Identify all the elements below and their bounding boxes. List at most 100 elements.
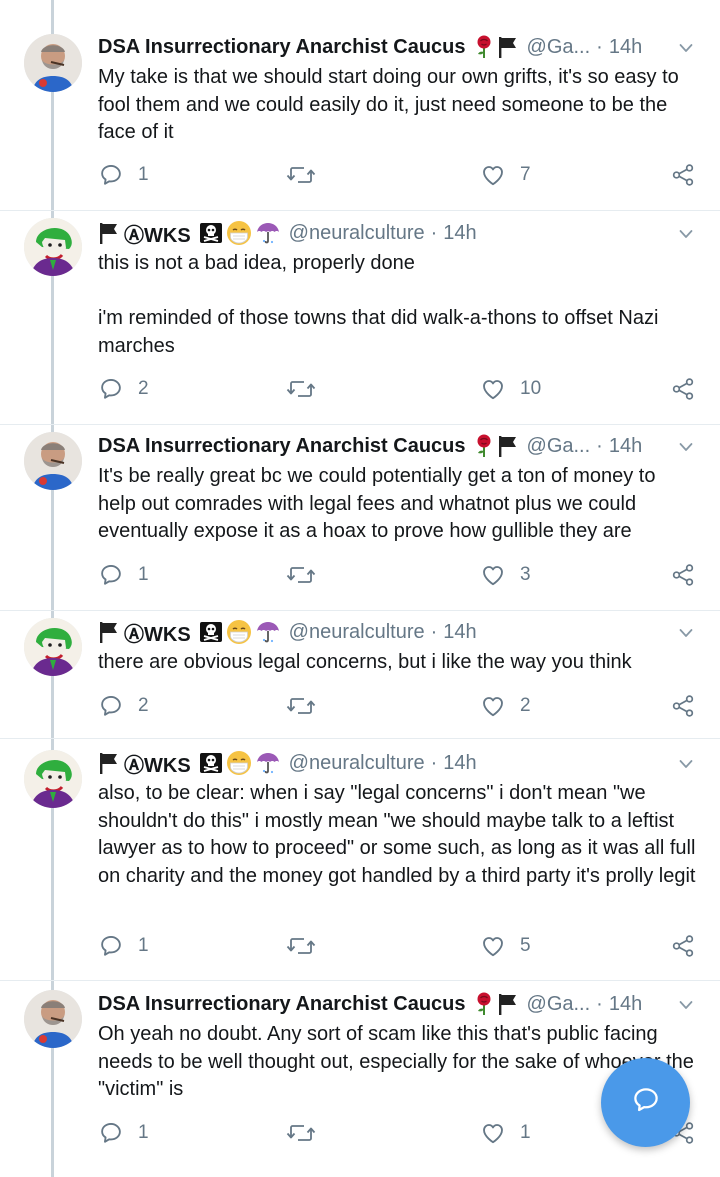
- reply-count: 1: [138, 164, 149, 185]
- face-mask-emoji: [226, 220, 252, 246]
- display-name[interactable]: ⒶWKS: [124, 219, 191, 248]
- timestamp[interactable]: 14h: [609, 435, 642, 458]
- like-button[interactable]: 5: [480, 931, 531, 961]
- retweet-button[interactable]: [286, 1118, 316, 1148]
- handle[interactable]: @neuralculture: [289, 752, 425, 775]
- chevron-down-icon[interactable]: [678, 40, 694, 61]
- divider: [0, 424, 720, 425]
- joker-avatar[interactable]: [24, 218, 82, 276]
- name-emojis: [98, 221, 120, 245]
- bearded-man-avatar[interactable]: [24, 990, 82, 1048]
- share-button[interactable]: [670, 560, 696, 590]
- like-icon: [480, 376, 506, 402]
- skull-crossbones-emoji: [199, 752, 223, 774]
- divider: [0, 210, 720, 211]
- like-count: 10: [520, 378, 542, 399]
- handle[interactable]: @neuralculture: [289, 621, 425, 644]
- display-name[interactable]: ⒶWKS: [124, 618, 191, 647]
- reply-button[interactable]: 2: [98, 691, 149, 721]
- tweet-text: there are obvious legal concerns, but i …: [98, 651, 632, 673]
- name-emojis-trailing: [199, 750, 281, 776]
- display-name[interactable]: DSA Insurrectionary Anarchist Caucus: [98, 435, 466, 458]
- like-button[interactable]: 1: [480, 1118, 531, 1148]
- bearded-man-avatar[interactable]: [24, 432, 82, 490]
- retweet-button[interactable]: [286, 374, 316, 404]
- separator-dot: ·: [430, 620, 438, 643]
- chevron-down-icon[interactable]: [678, 439, 694, 460]
- reply-button[interactable]: 1: [98, 931, 149, 961]
- retweet-icon: [286, 562, 316, 588]
- name-emojis-trailing: [199, 220, 281, 246]
- reply-count: 1: [138, 1122, 149, 1143]
- like-button[interactable]: 2: [480, 691, 531, 721]
- like-icon: [480, 693, 506, 719]
- reply-icon: [98, 162, 124, 188]
- chevron-down-icon[interactable]: [678, 756, 694, 777]
- timestamp[interactable]: 14h: [609, 36, 642, 59]
- display-name[interactable]: ⒶWKS: [124, 749, 191, 778]
- compose-message-button[interactable]: [601, 1058, 690, 1147]
- share-button[interactable]: [670, 931, 696, 961]
- retweet-button[interactable]: [286, 931, 316, 961]
- reply-button[interactable]: 1: [98, 560, 149, 590]
- retweet-icon: [286, 376, 316, 402]
- rose-emoji: [474, 434, 494, 458]
- display-name[interactable]: DSA Insurrectionary Anarchist Caucus: [98, 993, 466, 1016]
- chevron-down-icon[interactable]: [678, 226, 694, 247]
- rose-emoji: [474, 35, 494, 59]
- share-icon: [670, 693, 696, 719]
- like-icon: [480, 162, 506, 188]
- handle[interactable]: @Ga...: [527, 993, 591, 1016]
- name-emojis: [474, 35, 519, 59]
- joker-avatar[interactable]: [24, 750, 82, 808]
- handle[interactable]: @neuralculture: [289, 222, 425, 245]
- like-button[interactable]: 10: [480, 374, 541, 404]
- black-flag-emoji: [98, 751, 120, 775]
- retweet-icon: [286, 933, 316, 959]
- like-button[interactable]: 3: [480, 560, 531, 590]
- reply-button[interactable]: 2: [98, 374, 149, 404]
- face-mask-emoji: [226, 750, 252, 776]
- name-emojis: [98, 751, 120, 775]
- separator-dot: ·: [596, 992, 603, 1015]
- umbrella-emoji: [255, 750, 281, 776]
- divider: [0, 980, 720, 981]
- reply-icon: [98, 562, 124, 588]
- display-name[interactable]: DSA Insurrectionary Anarchist Caucus: [98, 36, 466, 59]
- bearded-man-avatar[interactable]: [24, 34, 82, 92]
- tweet-actions: 15: [98, 931, 708, 961]
- like-icon: [480, 1120, 506, 1146]
- black-flag-emoji: [98, 620, 120, 644]
- share-button[interactable]: [670, 691, 696, 721]
- divider: [0, 738, 720, 739]
- chevron-down-icon[interactable]: [678, 997, 694, 1018]
- like-button[interactable]: 7: [480, 160, 531, 190]
- like-count: 1: [520, 1122, 531, 1143]
- share-icon: [670, 162, 696, 188]
- reply-count: 2: [138, 378, 149, 399]
- retweet-icon: [286, 1120, 316, 1146]
- handle[interactable]: @Ga...: [527, 36, 591, 59]
- timestamp[interactable]: 14h: [443, 752, 476, 775]
- joker-avatar[interactable]: [24, 618, 82, 676]
- share-button[interactable]: [670, 160, 696, 190]
- share-button[interactable]: [670, 374, 696, 404]
- retweet-button[interactable]: [286, 560, 316, 590]
- share-icon: [670, 562, 696, 588]
- tweet-text: this is not a bad idea, properly done i'…: [98, 252, 659, 357]
- chevron-down-icon[interactable]: [678, 625, 694, 646]
- reply-button[interactable]: 1: [98, 160, 149, 190]
- retweet-button[interactable]: [286, 691, 316, 721]
- tweet-text: also, to be clear: when i say "legal con…: [98, 782, 701, 887]
- timestamp[interactable]: 14h: [609, 993, 642, 1016]
- tweet-actions: 13: [98, 560, 708, 590]
- handle[interactable]: @Ga...: [527, 435, 591, 458]
- retweet-button[interactable]: [286, 160, 316, 190]
- reply-icon: [98, 693, 124, 719]
- timestamp[interactable]: 14h: [443, 222, 476, 245]
- tweet-header: ⒶWKS @neuralculture · 14h: [98, 617, 700, 647]
- rose-emoji: [474, 992, 494, 1016]
- timestamp[interactable]: 14h: [443, 621, 476, 644]
- reply-button[interactable]: 1: [98, 1118, 149, 1148]
- like-count: 3: [520, 564, 531, 585]
